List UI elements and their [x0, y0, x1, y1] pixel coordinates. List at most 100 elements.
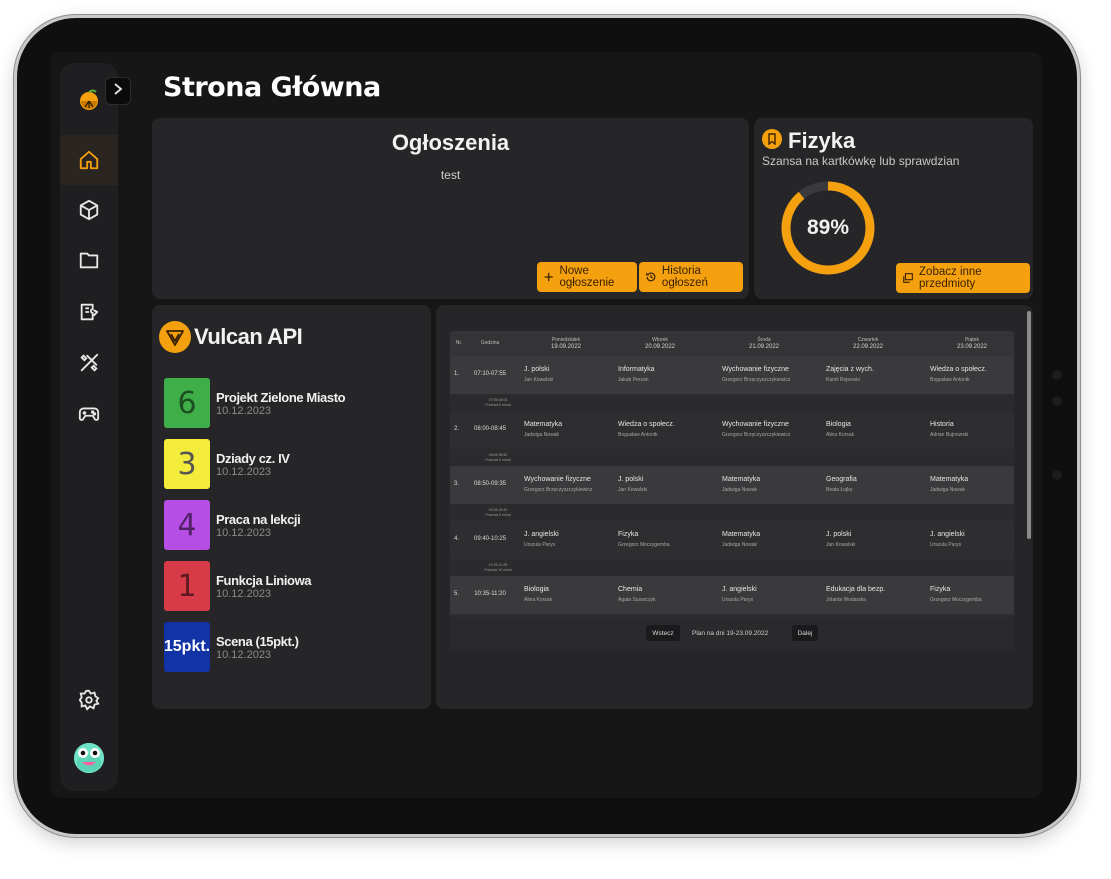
table-row: 4. 09:40-10:25 J. angielski Urszula Parys Fi… — [450, 521, 1014, 559]
chevron-right-icon — [114, 83, 123, 95]
day-name: Czwartek — [857, 336, 879, 343]
lesson-teacher: Jan Kowalski — [524, 377, 554, 383]
day-name: Piątek — [965, 336, 979, 343]
header-day: Piątek 23.09.2022 — [926, 331, 1014, 356]
week-range-label: Plan na dni 19-23.09.2022 — [692, 629, 769, 637]
day-date: 20.09.2022 — [644, 343, 676, 350]
table-row: 1. 07:10-07:55 J. polski Jan Kowalski Inform… — [450, 356, 1014, 394]
vulcan-logo-icon — [159, 321, 191, 353]
lesson-subject: J. polski — [524, 366, 550, 373]
lesson-subject: Wychowanie fizyczne — [722, 421, 789, 428]
lesson-teacher: Beata Łojko — [826, 487, 853, 493]
avatar[interactable] — [74, 743, 104, 773]
bookmark-icon — [762, 129, 782, 149]
grade-date: 10.12.2023 — [216, 466, 272, 478]
other-subjects-button[interactable]: Zobacz inne przedmioty — [896, 263, 1030, 293]
grade-badge[interactable]: 6 — [164, 378, 210, 428]
gamepad-icon — [78, 407, 100, 421]
break-row: 09:35-09:40 Przerwa 5 minut — [450, 504, 1014, 521]
header-day: Czwartek 22.09.2022 — [822, 331, 914, 356]
lesson-teacher: Urszula Parys — [722, 597, 754, 603]
prev-week-button[interactable]: Wstecz — [646, 625, 680, 641]
sidebar-item-cube[interactable] — [60, 185, 118, 235]
day-name: Poniedziałek — [551, 336, 581, 343]
break-time: 10:25-10:35 — [488, 563, 508, 567]
other-subjects-label: Zobacz inne przedmioty — [919, 266, 982, 290]
new-announcement-button[interactable]: Nowe ogłoszenie — [537, 262, 637, 292]
lesson-subject: Zajęcia z wych. — [826, 366, 874, 373]
sidebar-expand-button[interactable] — [105, 77, 131, 105]
grade-badge[interactable]: 4 — [164, 500, 210, 550]
orange-logo-icon[interactable] — [76, 87, 102, 113]
lesson-number: 2. — [454, 426, 460, 432]
grade-badge[interactable]: 3 — [164, 439, 210, 489]
history-icon — [646, 272, 656, 282]
lesson-subject: J. angielski — [722, 586, 757, 593]
sidebar-item-gamepad[interactable] — [60, 388, 118, 438]
lesson-subject: Biologia — [524, 586, 549, 593]
table-row: 2. 08:00-08:45 Matematyka Jadwiga Nowak Wied… — [450, 411, 1014, 449]
sidebar-item-folder[interactable] — [60, 235, 118, 285]
lesson-subject: Wychowanie fizyczne — [524, 476, 591, 483]
lesson-subject: Biologia — [826, 421, 851, 428]
header-day: Wtorek 20.09.2022 — [614, 331, 706, 356]
folder-icon — [79, 252, 99, 269]
camera-dot — [1052, 370, 1062, 380]
lesson-subject: Informatyka — [618, 366, 655, 373]
cube-icon — [79, 199, 99, 221]
header-day: Poniedziałek 19.09.2022 — [520, 331, 612, 356]
lesson-teacher: Grzegorz Moczygemba — [930, 597, 982, 603]
day-date: 19.09.2022 — [550, 343, 582, 350]
grade-title: Scena (15pkt.) — [216, 634, 299, 649]
lesson-subject: J. polski — [618, 476, 644, 483]
lesson-hours: 07:10-07:55 — [473, 371, 507, 377]
break-label: Przerwa 5 minut — [485, 403, 511, 407]
lesson-subject: Fizyka — [930, 586, 951, 593]
gear-icon[interactable] — [78, 689, 100, 711]
physics-subtitle: Szansa na kartkówkę lub sprawdzian — [762, 154, 960, 168]
sidebar-item-ticket[interactable] — [60, 287, 118, 337]
grade-date: 10.12.2023 — [216, 527, 272, 539]
timetable-footer: Wstecz Plan na dni 19-23.09.2022 Dalej — [450, 617, 1014, 651]
break-label: Przerwa 5 minut — [485, 513, 511, 517]
lesson-subject: J. angielski — [930, 531, 965, 538]
lesson-subject: Matematyka — [722, 476, 761, 483]
lesson-teacher: Jan Kowalski — [826, 542, 856, 548]
lesson-subject: J. angielski — [524, 531, 559, 538]
break-row: 08:45-08:50 Przerwa 5 minut — [450, 449, 1014, 466]
physics-title: Fizyka — [788, 128, 856, 153]
lesson-teacher: Grzegorz Brzęczyszczykiewicz — [722, 432, 791, 438]
lesson-teacher: Jadwiga Nowak — [930, 487, 966, 493]
break-time: 07:55-08:00 — [488, 398, 508, 402]
scrollbar[interactable] — [1027, 311, 1031, 539]
break-row: 10:25-10:35 Przerwa 10 minut — [450, 559, 1014, 576]
announcement-history-label: Historia ogłoszeń — [661, 265, 708, 289]
grade-title: Funkcja Liniowa — [216, 573, 312, 588]
lesson-hours: 08:50-09:35 — [473, 481, 507, 487]
day-name: Środa — [757, 336, 771, 343]
grade-badge[interactable]: 1 — [164, 561, 210, 611]
lesson-number: 3. — [454, 481, 460, 487]
lesson-teacher: Jakub Perzan — [618, 377, 649, 383]
break-label: Przerwa 10 minut — [484, 568, 512, 572]
timetable: Nr. Godzina Poniedziałek 19.09.2022 Wtorek 20… — [450, 331, 1014, 651]
sidebar-item-home[interactable] — [60, 135, 118, 185]
day-date: 23.09.2022 — [956, 343, 988, 350]
new-announcement-label: Nowe ogłoszenie — [559, 265, 615, 289]
grade-badge[interactable]: 15pkt. — [164, 622, 210, 672]
break-time: 08:45-08:50 — [488, 453, 508, 457]
chance-value: 89% — [806, 216, 850, 239]
next-week-button[interactable]: Dalej — [792, 625, 818, 641]
day-date: 21.09.2022 — [748, 343, 780, 350]
sidebar-item-tools[interactable] — [60, 338, 118, 388]
lesson-hours: 09:40-10:25 — [473, 536, 507, 542]
lesson-subject: Edukacja dla bezp. — [826, 586, 886, 593]
announcement-history-button[interactable]: Historia ogłoszeń — [639, 262, 743, 292]
ticket-icon — [80, 303, 99, 321]
lesson-teacher: Bogusław Antonik — [618, 432, 658, 438]
camera-dot — [1052, 396, 1062, 406]
lesson-teacher: Alina Korsak — [524, 597, 553, 603]
lesson-teacher: Jadwiga Nowak — [524, 432, 560, 438]
lesson-teacher: Jan Kowalski — [618, 487, 648, 493]
grade-title: Praca na lekcji — [216, 512, 301, 527]
